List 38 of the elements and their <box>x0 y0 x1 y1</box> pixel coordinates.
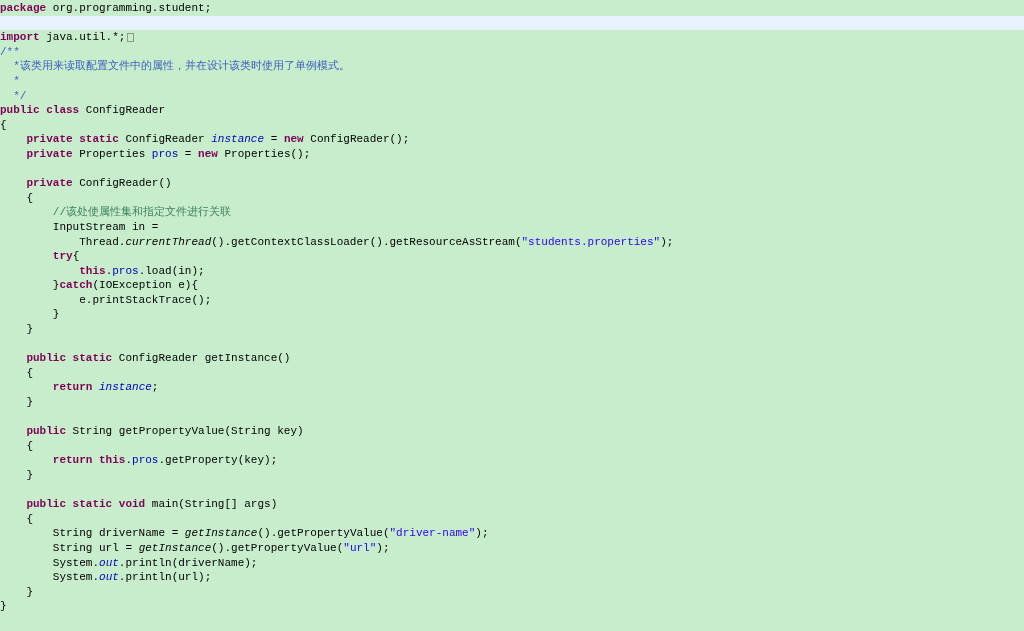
code-line: String driverName = getInstance().getPropertyValue("driver-name"); <box>51 526 489 541</box>
code-line: } <box>0 599 7 614</box>
code-line: try{ <box>51 249 80 264</box>
code-line: //该处使属性集和指定文件进行关联 <box>51 205 231 220</box>
code-line: e.printStackTrace(); <box>78 292 212 308</box>
code-line: { <box>0 117 7 133</box>
code-line: } <box>25 468 33 483</box>
code-line: Thread.currentThread().getContextClassLoader().getResourceAsStream("students.properties"); <box>78 234 674 250</box>
code-line: *该类用来读取配置文件中的属性，并在设计该类时使用了单例模式。 <box>12 59 350 74</box>
code-line: public static void main(String[] args) <box>25 497 278 512</box>
code-line: } <box>25 395 33 410</box>
code-line: System.out.println(url); <box>51 570 212 585</box>
folded-code-icon[interactable] <box>127 33 135 42</box>
code-line: * <box>12 73 20 89</box>
code-line: private static ConfigReader instance = new ConfigReader(); <box>25 132 410 147</box>
code-line: public class ConfigReader <box>0 103 166 118</box>
code-line: this.pros.load(in); <box>78 263 205 279</box>
code-line: } <box>51 307 60 323</box>
code-line: } <box>25 322 33 337</box>
code-line: System.out.println(driverName); <box>51 555 258 571</box>
code-line: */ <box>12 88 27 104</box>
code-line: public String getPropertyValue(String key) <box>25 424 304 439</box>
code-line: private Properties pros = new Properties(); <box>25 146 311 162</box>
code-line: return this.pros.getProperty(key); <box>51 453 278 468</box>
code-line: { <box>25 190 33 206</box>
code-line: private ConfigReader() <box>25 176 172 191</box>
code-line: /** <box>0 44 20 60</box>
code-line: InputStream in = <box>51 219 159 235</box>
code-line: } <box>25 584 33 600</box>
code-line: { <box>25 511 33 527</box>
code-line: import java.util.*; <box>0 30 126 45</box>
code-line: package org.programming.student; <box>0 1 212 16</box>
code-line: String url = getInstance().getPropertyValue("url"); <box>51 540 390 556</box>
code-line: { <box>25 438 33 454</box>
code-line: public static ConfigReader getInstance() <box>25 351 291 366</box>
code-line: }catch(IOException e){ <box>51 278 199 293</box>
code-line: return instance; <box>51 380 159 396</box>
code-line: { <box>25 365 33 381</box>
